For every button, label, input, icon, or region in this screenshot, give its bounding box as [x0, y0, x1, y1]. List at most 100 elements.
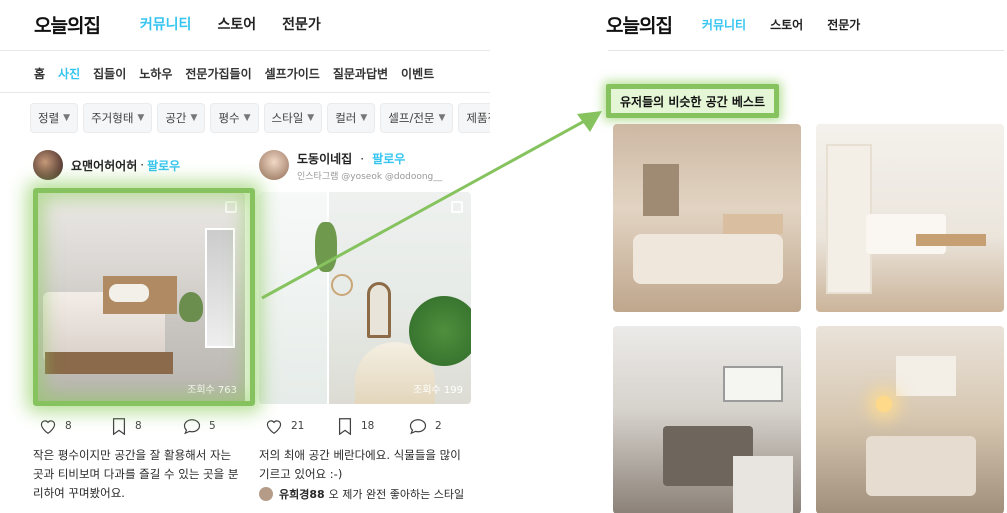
comment-button[interactable]: 5	[177, 418, 249, 435]
subnav-photos[interactable]: 사진	[58, 65, 80, 82]
avatar[interactable]	[259, 150, 289, 180]
separator-dot: ·	[140, 158, 145, 172]
avatar	[259, 487, 273, 501]
plant-shape	[179, 292, 203, 322]
filter-label: 스타일	[271, 111, 304, 125]
filter-label: 공간	[165, 111, 187, 125]
chevron-down-icon: ▼	[360, 113, 368, 123]
multi-photo-icon	[451, 201, 463, 213]
post-caption[interactable]: 작은 평수이지만 공간을 잘 활용해서 자는 곳과 티비보며 다과를 즐길 수 …	[33, 446, 245, 503]
mirror-shape	[205, 228, 235, 348]
chevron-down-icon: ▼	[307, 113, 315, 123]
nav-store[interactable]: 스토어	[217, 14, 256, 34]
hanging-plant-shape	[315, 222, 337, 272]
lamp-shape	[876, 396, 892, 412]
best-photo[interactable]	[816, 326, 1004, 513]
logo[interactable]: 오늘의집	[34, 11, 101, 38]
subnav-knowhow[interactable]: 노하우	[139, 65, 172, 82]
like-count: 21	[291, 420, 305, 432]
best-photo[interactable]	[613, 124, 801, 312]
multi-photo-icon	[225, 201, 237, 213]
follow-button[interactable]: 팔로우	[372, 152, 405, 166]
comment-icon	[183, 418, 201, 434]
nav-expert[interactable]: 전문가	[827, 16, 860, 33]
subnav-home[interactable]: 홈	[34, 65, 45, 82]
nav-community[interactable]: 커뮤니티	[702, 16, 746, 33]
scrap-count: 8	[135, 420, 142, 432]
section-title: 유저들의 비슷한 공간 베스트	[606, 84, 780, 118]
filter-housing-type[interactable]: 주거형태 ▼	[83, 103, 153, 133]
plant-shape	[409, 296, 471, 366]
desk-shape	[916, 234, 986, 246]
action-bar: 8 8 5	[33, 416, 249, 436]
bed-shape	[866, 436, 976, 496]
filter-space[interactable]: 공간 ▼	[157, 103, 206, 133]
comment-count: 2	[435, 420, 442, 432]
sub-nav: 홈 사진 집들이 노하우 전문가집들이 셀프가이드 질문과답변 이벤트	[34, 56, 447, 90]
author-name[interactable]: 도동이네집	[297, 152, 352, 166]
post-caption[interactable]: 저의 최애 공간 베란다에요. 식물들을 많이 기르고 있어요 :-)	[259, 446, 471, 484]
subnav-qna[interactable]: 질문과답변	[333, 65, 388, 82]
like-count: 8	[65, 420, 72, 432]
filter-bar: 정렬▼ 주거형태▼ 공간▼ 평수▼ 스타일▼ 컬러▼ 셀프/전문▼ 제품정	[30, 103, 490, 133]
filter-label: 제품정	[466, 111, 490, 125]
comment-preview[interactable]: 유희경88 오 제가 완전 좋아하는 스타일	[259, 486, 475, 502]
comment-text: 오 제가 완전 좋아하는 스타일	[328, 488, 465, 501]
author-handle: 인스타그램 @yoseok @dodoong__	[297, 172, 443, 182]
filter-label: 컬러	[335, 111, 357, 125]
table-shape	[723, 214, 783, 234]
heart-icon	[40, 420, 56, 434]
community-feed-panel: 오늘의집 커뮤니티 스토어 전문가 홈 사진 집들이 노하우 전문가집들이 셀프…	[0, 0, 490, 513]
bedframe-shape	[45, 352, 173, 374]
feed-card: 요맨어허어허 · 팔로우 조회수 763 8 8 5 작은 평수이지만 공간을 …	[33, 148, 249, 503]
divider	[0, 50, 490, 51]
subnav-housewarming[interactable]: 집들이	[93, 65, 126, 82]
top-nav: 오늘의집 커뮤니티 스토어 전문가	[0, 0, 490, 48]
commenter-name: 유희경88	[279, 488, 325, 501]
author-name[interactable]: 요맨어허어허	[71, 157, 137, 174]
action-bar: 21 18 2	[259, 416, 475, 436]
bed-shape	[633, 234, 783, 284]
subnav-events[interactable]: 이벤트	[401, 65, 434, 82]
filter-color[interactable]: 컬러 ▼	[327, 103, 376, 133]
chevron-down-icon: ▼	[190, 113, 198, 123]
filter-style[interactable]: 스타일 ▼	[263, 103, 323, 133]
follow-button[interactable]: 팔로우	[147, 157, 180, 174]
feed-photo[interactable]: 조회수 763	[33, 192, 245, 404]
pillow-shape	[109, 284, 149, 302]
scrap-count: 18	[361, 420, 375, 432]
nav-store[interactable]: 스토어	[770, 16, 803, 33]
table-shape	[733, 456, 793, 513]
filter-sort[interactable]: 정렬 ▼	[30, 103, 79, 133]
author-row: 도동이네집 · 팔로우 인스타그램 @yoseok @dodoong__	[259, 148, 475, 182]
best-photo[interactable]	[613, 326, 801, 513]
top-nav: 오늘의집 커뮤니티 스토어 전문가	[592, 0, 1007, 48]
filter-product[interactable]: 제품정	[458, 103, 490, 133]
chevron-down-icon: ▼	[438, 113, 446, 123]
subnav-self-guide[interactable]: 셀프가이드	[265, 65, 320, 82]
poster-shape	[896, 356, 956, 396]
shelf-shape	[643, 164, 679, 216]
filter-size[interactable]: 평수 ▼	[210, 103, 259, 133]
wall-decor-shape	[331, 274, 353, 296]
like-button[interactable]: 21	[259, 418, 331, 434]
nav-community[interactable]: 커뮤니티	[140, 14, 192, 34]
feed-photo[interactable]: 조회수 199	[259, 192, 471, 404]
filter-self-pro[interactable]: 셀프/전문 ▼	[380, 103, 454, 133]
filter-label: 평수	[218, 111, 240, 125]
avatar[interactable]	[33, 150, 63, 180]
view-count: 조회수 199	[413, 385, 463, 396]
nav-expert[interactable]: 전문가	[282, 14, 321, 34]
monitor-shape	[723, 366, 783, 402]
author-info: 도동이네집 · 팔로우 인스타그램 @yoseok @dodoong__	[297, 148, 442, 182]
best-photo[interactable]	[816, 124, 1004, 312]
logo[interactable]: 오늘의집	[606, 11, 673, 38]
chevron-down-icon: ▼	[63, 113, 71, 123]
like-button[interactable]: 8	[33, 418, 105, 434]
comment-count: 5	[209, 420, 216, 432]
subnav-expert-housewarming[interactable]: 전문가집들이	[185, 65, 251, 82]
comment-button[interactable]: 2	[403, 418, 475, 435]
scrap-button[interactable]: 8	[105, 417, 177, 435]
scrap-button[interactable]: 18	[331, 417, 403, 435]
separator-dot: ·	[360, 152, 365, 166]
